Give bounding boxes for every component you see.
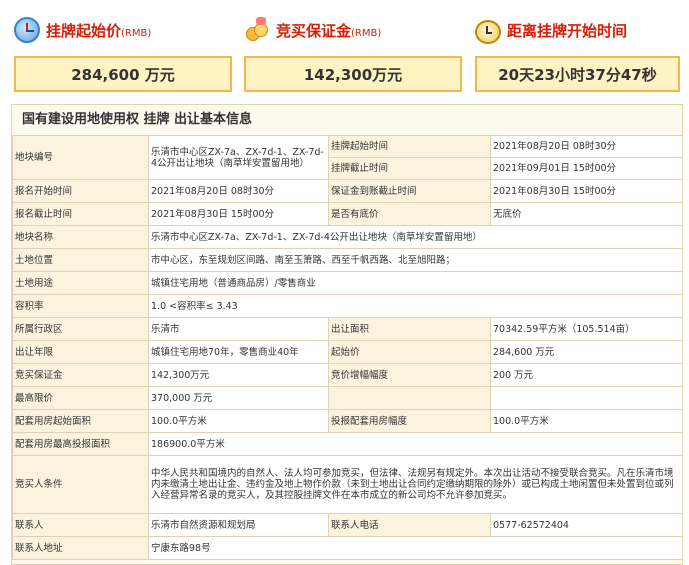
table-row: 所属行政区 乐清市 出让面积 70342.59平方米（105.514亩）	[12, 317, 683, 341]
field-value: 宁康东路98号	[148, 536, 683, 560]
field-label: 是否有底价	[328, 202, 491, 226]
table-row: 竞买人条件 中华人民共和国境内的自然人、法人均可参加竞买，但法律、法规另有规定外…	[12, 455, 683, 514]
field-value: 无底价	[490, 202, 683, 226]
field-label: 报名截止时间	[12, 202, 149, 226]
field-value: 城镇住宅用地70年，零售商业40年	[148, 340, 329, 364]
field-value: 市中心区，东至规划区间路、南至玉箫路、西至千帆西路、北至旭阳路；	[148, 248, 683, 272]
start-price-value: 284,600 万元	[14, 56, 232, 92]
deposit-value: 142,300万元	[244, 56, 462, 92]
table-row: 土地位置 市中心区，东至规划区间路、南至玉箫路、西至千帆西路、北至旭阳路；	[12, 248, 683, 272]
table-row: 地块编号 乐清市中心区ZX-7a、ZX-7d-1、ZX-7d-4公开出让地块（南…	[12, 135, 683, 180]
table-row: 联系人地址 宁康东路98号	[12, 536, 683, 560]
field-label: 竞买人条件	[12, 455, 149, 514]
table-row: 容积率 1.0 <容积率≤ 3.43	[12, 294, 683, 318]
field-value: 2021年09月01日 15时00分	[490, 157, 683, 180]
table-row: 联系人 乐清市自然资源和规划局 联系人电话 0577-62572404	[12, 513, 683, 537]
field-value: 284,600 万元	[490, 340, 683, 364]
field-label: 保证金到账截止时间	[328, 179, 491, 203]
countdown-label: 距离挂牌开始时间	[507, 21, 628, 40]
field-label: 地块编号	[12, 135, 149, 180]
table-row: 配套用房起始面积 100.0平方米 投报配套用房幅度 100.0平方米	[12, 409, 683, 433]
field-value: 2021年08月20日 08时30分	[490, 135, 683, 158]
field-label: 出让年限	[12, 340, 149, 364]
field-value: 2021年08月20日 08时30分	[148, 179, 329, 203]
table-row: 报名开始时间 2021年08月20日 08时30分 保证金到账截止时间 2021…	[12, 179, 683, 203]
alarm-clock-icon	[475, 20, 501, 44]
field-value: 70342.59平方米（105.514亩）	[490, 317, 683, 341]
field-value: 100.0平方米	[490, 409, 683, 433]
table-row: 配套用房最高投报面积 186900.0平方米	[12, 432, 683, 456]
field-value: 乐清市中心区ZX-7a、ZX-7d-1、ZX-7d-4公开出让地块（南草垟安置留…	[148, 225, 683, 249]
field-value: 1.0 <容积率≤ 3.43	[148, 294, 683, 318]
field-label: 最高限价	[12, 386, 149, 410]
money-bag-icon	[244, 17, 270, 43]
field-label: 容积率	[12, 294, 149, 318]
deposit-card: 竞买保证金(RMB) 142,300万元	[244, 12, 462, 92]
field-label: 土地用途	[12, 271, 149, 295]
field-value: 2021年08月30日 15时00分	[148, 202, 329, 226]
land-info-table: 地块编号 乐清市中心区ZX-7a、ZX-7d-1、ZX-7d-4公开出让地块（南…	[12, 135, 683, 560]
field-label: 地块名称	[12, 225, 149, 249]
field-label	[328, 386, 491, 410]
field-label: 出让面积	[328, 317, 491, 341]
field-label: 联系人地址	[12, 536, 149, 560]
field-label: 配套用房最高投报面积	[12, 432, 149, 456]
start-price-card: 挂牌起始价(RMB) 284,600 万元	[14, 12, 232, 92]
table-row: 地块名称 乐清市中心区ZX-7a、ZX-7d-1、ZX-7d-4公开出让地块（南…	[12, 225, 683, 249]
field-value: 城镇住宅用地（普通商品房）/零售商业	[148, 271, 683, 295]
field-value: 乐清市中心区ZX-7a、ZX-7d-1、ZX-7d-4公开出让地块（南草垟安置留…	[148, 135, 329, 180]
table-row: 竞买保证金 142,300万元 竞价增幅幅度 200 万元	[12, 363, 683, 387]
field-label: 联系人	[12, 513, 149, 537]
field-value: 乐清市自然资源和规划局	[148, 513, 329, 537]
field-label: 竞价增幅幅度	[328, 363, 491, 387]
field-value: 200 万元	[490, 363, 683, 387]
field-label: 起始价	[328, 340, 491, 364]
field-value: 中华人民共和国境内的自然人、法人均可参加竞买，但法律、法规另有规定外。本次出让活…	[148, 455, 683, 514]
field-label: 挂牌截止时间	[328, 157, 491, 180]
field-label: 联系人电话	[328, 513, 491, 537]
price-summary-header: 挂牌起始价(RMB) 284,600 万元 竞买保证金(RMB) 142,300…	[0, 0, 689, 102]
field-label: 投报配套用房幅度	[328, 409, 491, 433]
field-value: 370,000 万元	[148, 386, 329, 410]
countdown-value: 20天23小时37分47秒	[475, 56, 680, 92]
field-value	[490, 386, 683, 410]
field-label: 配套用房起始面积	[12, 409, 149, 433]
start-price-label: 挂牌起始价	[46, 21, 122, 40]
field-value: 100.0平方米	[148, 409, 329, 433]
deposit-label: 竞买保证金	[276, 21, 352, 40]
field-value: 2021年08月30日 15时00分	[490, 179, 683, 203]
field-value: 142,300万元	[148, 363, 329, 387]
land-info-section: 国有建设用地使用权 挂牌 出让基本信息 地块编号 乐清市中心区ZX-7a、ZX-…	[11, 104, 683, 565]
field-label: 报名开始时间	[12, 179, 149, 203]
clock-icon	[14, 17, 40, 43]
countdown-card: 距离挂牌开始时间 20天23小时37分47秒	[475, 12, 680, 92]
table-row: 最高限价 370,000 万元	[12, 386, 683, 410]
field-value: 186900.0平方米	[148, 432, 683, 456]
field-label: 所属行政区	[12, 317, 149, 341]
table-row: 土地用途 城镇住宅用地（普通商品房）/零售商业	[12, 271, 683, 295]
field-label: 竞买保证金	[12, 363, 149, 387]
field-label: 土地位置	[12, 248, 149, 272]
section-title: 国有建设用地使用权 挂牌 出让基本信息	[22, 112, 253, 127]
field-value: 乐清市	[148, 317, 329, 341]
table-row: 报名截止时间 2021年08月30日 15时00分 是否有底价 无底价	[12, 202, 683, 226]
table-row: 出让年限 城镇住宅用地70年，零售商业40年 起始价 284,600 万元	[12, 340, 683, 364]
start-price-unit-tag: (RMB)	[121, 27, 152, 39]
field-value: 0577-62572404	[490, 513, 683, 537]
deposit-unit-tag: (RMB)	[351, 27, 382, 39]
field-label: 挂牌起始时间	[328, 135, 491, 158]
